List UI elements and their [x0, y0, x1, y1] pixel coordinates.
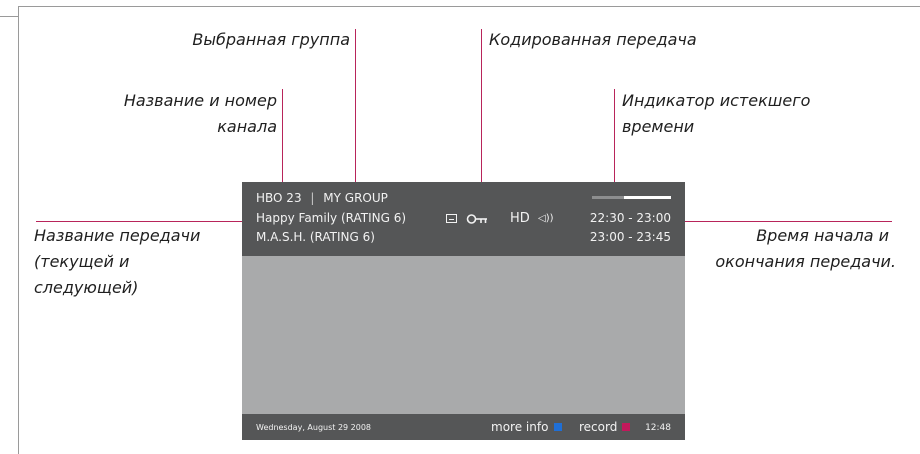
- record-square: [622, 423, 630, 431]
- more-info-label: more info: [491, 420, 549, 434]
- more-info-square: [554, 423, 562, 431]
- hd-indicator: HD: [510, 211, 530, 226]
- channel-separator: |: [310, 191, 315, 205]
- key-icon: [466, 214, 487, 224]
- speaker-icon: ◁)): [538, 213, 554, 224]
- label-program-name-line2: (текущей и: [34, 252, 130, 271]
- record-label: record: [579, 420, 618, 434]
- label-time-line2: окончания передачи.: [715, 252, 896, 271]
- pointer-channel-name: [282, 89, 283, 184]
- label-program-name-line3: следующей): [34, 278, 139, 297]
- tv-screen: HBO 23 | MY GROUP Happy Family (RATING 6…: [242, 182, 685, 440]
- label-elapsed-line2: времени: [622, 117, 695, 136]
- label-selected-group: Выбранная группа: [192, 30, 350, 49]
- label-channel-name-line2: канала: [217, 117, 277, 136]
- pointer-selected-group: [355, 29, 356, 184]
- current-program: Happy Family (RATING 6): [256, 211, 407, 225]
- frame-left-line: [18, 6, 19, 454]
- pointer-program-name: [36, 221, 242, 222]
- current-time: 22:30 - 23:00: [589, 211, 671, 225]
- label-encoded-program: Кодированная передача: [489, 30, 697, 49]
- group-name: MY GROUP: [323, 191, 388, 205]
- label-elapsed-line1: Индикатор истекшего: [622, 91, 811, 110]
- frame-corner-tick: [0, 16, 19, 17]
- next-time: 23:00 - 23:45: [589, 230, 671, 244]
- footer-bar: Wednesday, August 29 2008 more info reco…: [242, 414, 685, 440]
- channel-name: HBO 23: [256, 191, 302, 205]
- date: Wednesday, August 29 2008: [256, 423, 372, 432]
- clock: 12:48: [645, 423, 671, 433]
- more-info-button[interactable]: more info: [491, 418, 548, 436]
- label-channel-name-line1: Название и номер: [123, 91, 277, 110]
- pointer-time: [685, 221, 892, 222]
- next-program: M.A.S.H. (RATING 6): [256, 230, 375, 244]
- info-banner: HBO 23 | MY GROUP Happy Family (RATING 6…: [242, 182, 685, 256]
- elapsed-progress-fill: [623, 196, 671, 199]
- subtitle-icon: [446, 214, 457, 223]
- record-button[interactable]: record: [579, 418, 617, 436]
- channel-line: HBO 23 | MY GROUP: [256, 189, 388, 207]
- label-time-line1: Время начала и: [756, 226, 889, 245]
- frame-top-line: [18, 6, 920, 7]
- label-program-name-line1: Название передачи: [34, 226, 201, 245]
- pointer-elapsed: [614, 89, 615, 187]
